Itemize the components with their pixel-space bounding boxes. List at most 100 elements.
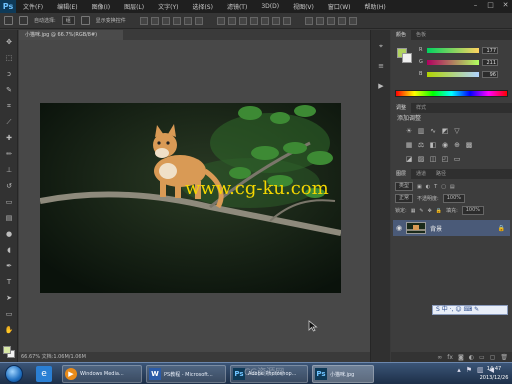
3d-drag-icon[interactable]	[326, 16, 335, 25]
align-middle-icon[interactable]	[150, 16, 159, 25]
new-layer-icon[interactable]: ▢	[490, 354, 496, 361]
menu-help[interactable]: 帮助(H)	[358, 2, 393, 11]
actions-panel-icon[interactable]: ▶	[376, 82, 386, 91]
r-value-field[interactable]: 177	[482, 46, 498, 54]
align-right-icon[interactable]	[194, 16, 203, 25]
hue-saturation-icon[interactable]: ▦	[405, 141, 413, 149]
lasso-tool-icon[interactable]: ↄ	[4, 70, 14, 79]
photo-filter-icon[interactable]: ◉	[441, 141, 449, 149]
tab-styles[interactable]: 样式	[411, 103, 431, 113]
eyedropper-tool-icon[interactable]: ⟋	[4, 118, 14, 127]
move-tool-preset-icon[interactable]	[4, 16, 13, 25]
tray-flag-icon[interactable]: ⚑	[466, 366, 472, 374]
curves-icon[interactable]: ∿	[429, 127, 437, 135]
show-transform-checkbox[interactable]	[80, 16, 90, 25]
tray-expand-icon[interactable]: ▴	[457, 366, 461, 374]
new-group-icon[interactable]: ▭	[479, 354, 485, 361]
eraser-tool-icon[interactable]: ▭	[4, 198, 14, 207]
threshold-icon[interactable]: ◫	[429, 155, 437, 163]
align-center-icon[interactable]	[183, 16, 192, 25]
path-select-tool-icon[interactable]: ➤	[4, 294, 14, 303]
color-lookup-icon[interactable]: ▩	[465, 141, 473, 149]
invert-icon[interactable]: ◪	[405, 155, 413, 163]
levels-icon[interactable]: ▥	[417, 127, 425, 135]
color-balance-icon[interactable]: ⚖	[417, 141, 425, 149]
distribute-center-icon[interactable]	[260, 16, 269, 25]
auto-select-checkbox[interactable]	[19, 16, 28, 25]
visibility-eye-icon[interactable]: ◉	[396, 224, 402, 232]
taskbar-photoshop-document[interactable]: Ps 小猫咪.jpg	[312, 365, 374, 383]
filter-shape-icon[interactable]: ▢	[441, 184, 446, 190]
tab-swatches[interactable]: 色板	[411, 30, 431, 40]
b-value-field[interactable]: 96	[482, 70, 498, 78]
tab-layers[interactable]: 图层	[391, 169, 412, 179]
auto-select-dropdown[interactable]: 组	[61, 16, 75, 25]
gradient-map-icon[interactable]: ▭	[453, 155, 461, 163]
align-left-icon[interactable]	[172, 16, 181, 25]
r-slider[interactable]	[427, 47, 479, 53]
align-bottom-icon[interactable]	[161, 16, 170, 25]
marquee-tool-icon[interactable]: ⬚	[4, 54, 14, 63]
menu-type[interactable]: 文字(Y)	[151, 2, 185, 11]
move-tool-icon[interactable]: ✥	[4, 38, 14, 47]
g-value-field[interactable]: 211	[482, 58, 498, 66]
tab-paths[interactable]: 路径	[431, 169, 451, 179]
tab-adjustments[interactable]: 调整	[391, 103, 412, 113]
exposure-icon[interactable]: ◩	[441, 127, 449, 135]
3d-roll-icon[interactable]	[315, 16, 324, 25]
crop-tool-icon[interactable]: ⌗	[4, 102, 14, 111]
dodge-tool-icon[interactable]: ◖	[4, 246, 14, 255]
menu-image[interactable]: 图像(I)	[85, 2, 117, 11]
menu-layer[interactable]: 图层(L)	[117, 2, 151, 11]
taskbar-clock[interactable]: 14:47 2013/12/26	[478, 365, 510, 383]
black-white-icon[interactable]: ◧	[429, 141, 437, 149]
document-tab[interactable]: 小猫咪.jpg @ 66.7%(RGB/8#)	[19, 30, 123, 40]
menu-3d[interactable]: 3D(D)	[254, 3, 286, 10]
menu-edit[interactable]: 编辑(E)	[50, 2, 84, 11]
foreground-color-swatch[interactable]	[3, 346, 11, 354]
healing-brush-tool-icon[interactable]: ✚	[4, 134, 14, 143]
taskbar-media-player[interactable]: ▶ Windows Media...	[62, 365, 142, 383]
clone-stamp-tool-icon[interactable]: ⊥	[4, 166, 14, 175]
hand-tool-icon[interactable]: ✋	[4, 326, 14, 335]
blur-tool-icon[interactable]: ●	[4, 230, 14, 239]
layer-style-icon[interactable]: fx	[447, 354, 453, 361]
g-slider[interactable]	[427, 59, 479, 65]
taskbar-word[interactable]: W PS教程 - Microsoft...	[146, 365, 226, 383]
menu-window[interactable]: 窗口(W)	[321, 2, 358, 11]
ime-toolbar[interactable]: S 中 ·, ☺ ⌨ ✎	[432, 305, 508, 315]
quick-select-tool-icon[interactable]: ✎	[4, 86, 14, 95]
distribute-middle-icon[interactable]	[227, 16, 236, 25]
tab-channels[interactable]: 通道	[411, 169, 431, 179]
layer-kind-dropdown[interactable]: 类型	[395, 182, 414, 191]
3d-slide-icon[interactable]	[337, 16, 346, 25]
panel-background-swatch[interactable]	[402, 53, 412, 63]
opacity-field[interactable]: 100%	[442, 194, 465, 203]
maximize-icon[interactable]: □	[486, 1, 495, 10]
close-icon[interactable]: ✕	[501, 1, 510, 10]
3d-rotate-icon[interactable]	[304, 16, 313, 25]
pen-tool-icon[interactable]: ✒	[4, 262, 14, 271]
ie-icon[interactable]: e	[36, 366, 52, 382]
filter-pixel-icon[interactable]: ▣	[417, 184, 422, 190]
lock-paint-icon[interactable]: ✎	[419, 208, 423, 214]
brightness-icon[interactable]: ☀	[405, 127, 413, 135]
menu-view[interactable]: 视图(V)	[286, 2, 321, 11]
type-tool-icon[interactable]: T	[4, 278, 14, 287]
distribute-bottom-icon[interactable]	[238, 16, 247, 25]
new-adjustment-icon[interactable]: ◐	[469, 354, 474, 361]
menu-file[interactable]: 文件(F)	[16, 2, 50, 11]
link-layers-icon[interactable]: ∞	[437, 354, 442, 361]
distribute-left-icon[interactable]	[249, 16, 258, 25]
fill-field[interactable]: 100%	[461, 206, 485, 215]
layer-row-background[interactable]: ◉ 背景 🔒	[393, 220, 510, 236]
history-panel-icon[interactable]: ⌖	[376, 42, 386, 51]
distribute-top-icon[interactable]	[216, 16, 225, 25]
menu-filter[interactable]: 滤镜(T)	[220, 2, 254, 11]
channel-mixer-icon[interactable]: ⊕	[453, 141, 461, 149]
brush-tool-icon[interactable]: ✏	[4, 150, 14, 159]
3d-scale-icon[interactable]	[348, 16, 357, 25]
shape-tool-icon[interactable]: ▭	[4, 310, 14, 319]
distribute-right-icon[interactable]	[271, 16, 280, 25]
tab-color[interactable]: 颜色	[391, 30, 412, 40]
